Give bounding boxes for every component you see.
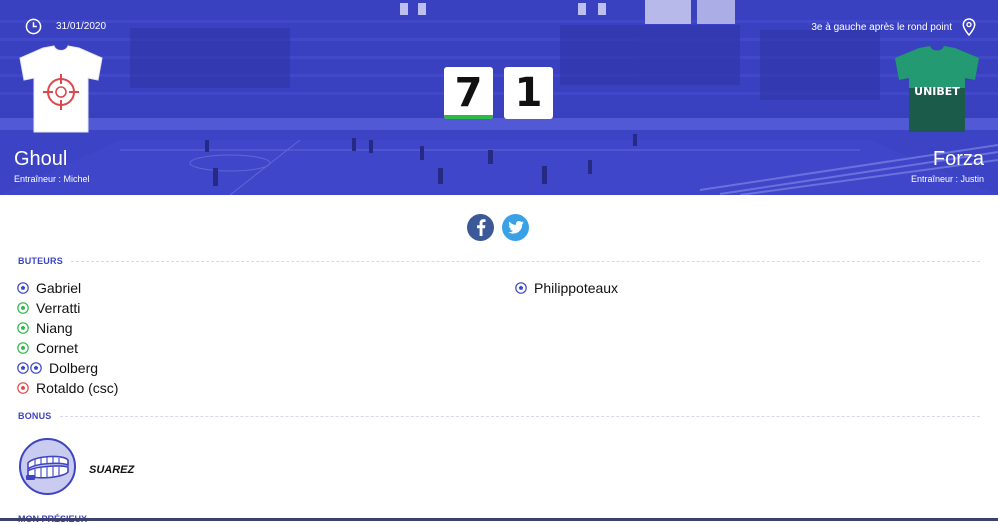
goal-icons xyxy=(17,362,42,374)
match-date: 31/01/2020 xyxy=(25,18,106,35)
twitter-icon xyxy=(507,221,524,234)
clock-icon xyxy=(25,18,42,35)
scorer-row: Gabriel xyxy=(17,278,118,298)
soccer-ball-icon xyxy=(17,362,29,374)
scorer-row: Niang xyxy=(17,318,118,338)
map-pin-icon xyxy=(962,18,976,36)
away-jersey-icon: UNIBET xyxy=(895,46,979,132)
goal-icons xyxy=(17,282,29,294)
match-header: 31/01/2020 3e à gauche après le rond poi… xyxy=(0,0,998,195)
soccer-ball-icon xyxy=(30,362,42,374)
soccer-ball-icon xyxy=(17,302,29,314)
scorer-name: Niang xyxy=(36,320,73,336)
scorer-row: Philippoteaux xyxy=(515,278,618,298)
date-text: 31/01/2020 xyxy=(56,21,107,32)
share-bar xyxy=(467,214,529,241)
home-team: Ghoul Entraîneur : Michel xyxy=(14,148,90,184)
scorer-name: Cornet xyxy=(36,340,79,356)
away-team: Forza Entraîneur : Justin xyxy=(911,148,984,184)
home-team-name: Ghoul xyxy=(14,148,68,170)
soccer-ball-icon xyxy=(515,282,527,294)
location-text: 3e à gauche après le rond point xyxy=(811,21,952,33)
goal-icons xyxy=(17,382,29,394)
bonus-badge[interactable] xyxy=(19,438,76,495)
scorer-row: Rotaldo (csc) xyxy=(17,378,118,398)
home-score: 7 xyxy=(444,67,493,119)
home-jersey-icon xyxy=(19,45,103,133)
away-coach: Entraîneur : Justin xyxy=(910,174,984,184)
soccer-ball-icon xyxy=(17,282,29,294)
soccer-ball-icon xyxy=(17,342,29,354)
away-score: 1 xyxy=(504,67,553,119)
away-scorers: Philippoteaux xyxy=(515,278,618,298)
divider xyxy=(59,415,980,417)
match-location: 3e à gauche après le rond point xyxy=(811,18,976,36)
sponsor-text: UNIBET xyxy=(914,85,960,98)
goal-icons xyxy=(515,282,527,294)
teeth-icon xyxy=(25,455,69,480)
scorers-title: BUTEURS xyxy=(18,256,63,266)
home-coach: Entraîneur : Michel xyxy=(14,174,90,184)
scorer-name: Dolberg xyxy=(49,360,99,376)
away-team-name: Forza xyxy=(932,148,984,170)
bonus-player-name: SUAREZ xyxy=(89,464,135,476)
scorer-name: Verratti xyxy=(36,300,81,316)
scorer-name: Philippoteaux xyxy=(534,280,619,296)
soccer-ball-icon xyxy=(17,382,29,394)
home-scorers: Gabriel Verratti Niang Cornet Dolberg Rotaldo… xyxy=(17,278,118,398)
scorers-section-header: BUTEURS xyxy=(18,256,980,266)
scorer-name: Rotaldo (csc) xyxy=(36,380,119,396)
scorer-row: Verratti xyxy=(17,298,118,318)
facebook-share-button[interactable] xyxy=(467,214,494,241)
scorer-name: Gabriel xyxy=(36,280,82,296)
goal-icons xyxy=(17,322,29,334)
soccer-ball-icon xyxy=(17,322,29,334)
goal-icons xyxy=(17,302,29,314)
divider xyxy=(70,260,980,262)
scoreboard: 7 1 xyxy=(444,67,553,119)
goal-icons xyxy=(17,342,29,354)
bonus-section-header: BONUS xyxy=(18,411,980,421)
scorer-row: Dolberg xyxy=(17,358,118,378)
bonus-title: BONUS xyxy=(18,411,52,421)
twitter-share-button[interactable] xyxy=(502,214,529,241)
scorer-row: Cornet xyxy=(17,338,118,358)
facebook-icon xyxy=(476,219,485,236)
